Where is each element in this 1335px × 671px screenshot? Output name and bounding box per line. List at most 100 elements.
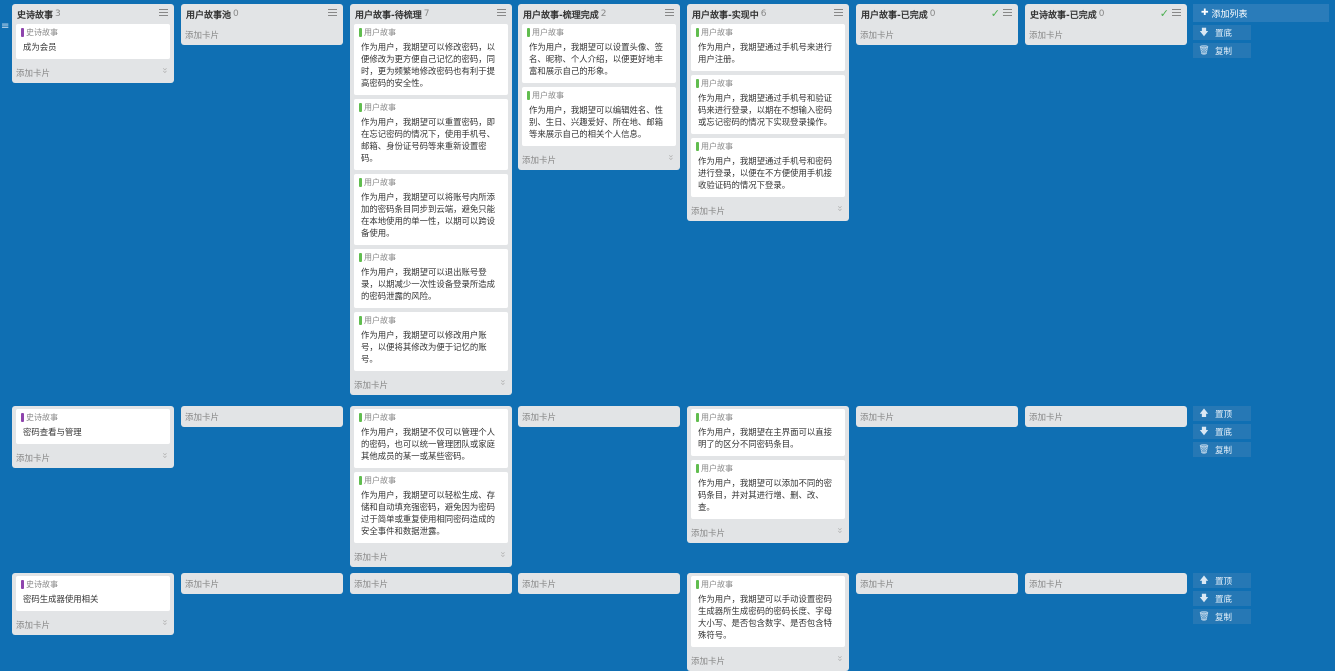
epic-card[interactable]: 史诗故事 密码生成器使用相关 bbox=[16, 576, 170, 611]
move-top-button[interactable]: 🡅 置顶 bbox=[1193, 573, 1251, 588]
add-list-button[interactable]: ✚ 添加列表 bbox=[1193, 4, 1329, 22]
collapse-icon[interactable]: ‹‹ bbox=[498, 552, 508, 557]
add-card-label: 添加卡片 bbox=[522, 412, 557, 423]
column-menu-icon[interactable] bbox=[1003, 9, 1012, 17]
story-card[interactable]: 用户故事 作为用户，我期望通过手机号和密码进行登录，以便在不方便使用手机接收验证码… bbox=[691, 138, 845, 197]
column-story-pool: 添加卡片 bbox=[181, 573, 343, 594]
column-menu-icon[interactable] bbox=[497, 9, 506, 17]
add-card-button[interactable]: 添加卡片 bbox=[1025, 24, 1187, 45]
add-card-label: 添加卡片 bbox=[16, 454, 51, 464]
card-tag: 用户故事 bbox=[696, 27, 840, 38]
add-card-button[interactable]: 添加卡片 bbox=[518, 406, 680, 427]
column-header[interactable]: 用户故事-已完成 0 ✓ bbox=[856, 4, 1018, 24]
epic-card[interactable]: 史诗故事 密码查看与管理 bbox=[16, 409, 170, 444]
add-card-label: 添加卡片 bbox=[522, 156, 557, 166]
add-card-button[interactable]: 添加卡片 bbox=[856, 24, 1018, 45]
add-card-button[interactable]: 添加卡片 bbox=[518, 573, 680, 594]
add-card-button[interactable]: 添加卡片 bbox=[856, 406, 1018, 427]
column-story-done: 添加卡片 bbox=[856, 573, 1018, 594]
story-card[interactable]: 用户故事 作为用户，我期望通过手机号和验证码来进行登录，以期在不想输入密码或忘记密… bbox=[691, 75, 845, 134]
collapse-icon[interactable]: ‹‹ bbox=[498, 380, 508, 385]
story-card[interactable]: 用户故事 作为用户，我期望可以添加不同的密码条目，并对其进行增、删、改、查。 bbox=[691, 460, 845, 519]
add-card-button[interactable]: 添加卡片 bbox=[1025, 406, 1187, 427]
tag-color-bar bbox=[359, 253, 362, 262]
tag-label: 用户故事 bbox=[701, 413, 733, 422]
add-card-button[interactable]: 添加卡片 bbox=[181, 406, 343, 427]
add-card-button[interactable]: 添加卡片 ‹‹ bbox=[12, 615, 174, 635]
add-card-button[interactable]: 添加卡片 ‹‹ bbox=[350, 547, 512, 567]
epic-card[interactable]: 史诗故事 成为会员 bbox=[16, 24, 170, 59]
column-title: 用户故事-梳理完成 bbox=[523, 10, 599, 21]
story-card[interactable]: 用户故事 作为用户，我期望可以手动设置密码生成器所生成密码的密码长度、字母大小写、… bbox=[691, 576, 845, 647]
add-card-button[interactable]: 添加卡片 ‹‹ bbox=[518, 150, 680, 170]
column-header[interactable]: 用户故事-梳理完成 2 bbox=[518, 4, 680, 24]
add-card-label: 添加卡片 bbox=[860, 412, 895, 423]
move-top-button[interactable]: 🡅 置顶 bbox=[1193, 406, 1251, 421]
story-card[interactable]: 用户故事 作为用户，我期望可以退出账号登录，以期减少一次性设备登录所造成的密码泄露… bbox=[354, 249, 508, 308]
column-menu-icon[interactable] bbox=[665, 9, 674, 17]
column-title: 史诗故事 bbox=[17, 10, 54, 21]
tag-label: 用户故事 bbox=[701, 28, 733, 37]
story-card[interactable]: 用户故事 作为用户，我期望不仅可以管理个人的密码，也可以统一管理团队或家庭其他成员… bbox=[354, 409, 508, 468]
story-card[interactable]: 用户故事 作为用户，我期望可以修改密码，以便修改为更方便自己记忆的密码，同时，更为… bbox=[354, 24, 508, 95]
tag-label: 用户故事 bbox=[364, 178, 396, 187]
add-card-button[interactable]: 添加卡片 ‹‹ bbox=[12, 63, 174, 83]
column-story-groomed: 用户故事-梳理完成 2 用户故事 作为用户，我期望可以设置头像、签名、昵称、个人介绍… bbox=[518, 4, 680, 170]
add-card-button[interactable]: 添加卡片 ‹‹ bbox=[687, 651, 849, 671]
column-header[interactable]: 用户故事池 0 bbox=[181, 4, 343, 24]
arrow-down-icon: 🡇 bbox=[1199, 27, 1209, 38]
card-tag: 用户故事 bbox=[359, 102, 503, 113]
card-tag: 史诗故事 bbox=[21, 579, 165, 590]
collapse-icon[interactable]: ‹‹ bbox=[666, 155, 676, 160]
column-menu-icon[interactable] bbox=[1172, 9, 1181, 17]
story-card[interactable]: 用户故事 作为用户，我期望通过手机号来进行用户注册。 bbox=[691, 24, 845, 71]
column-story-done: 用户故事-已完成 0 ✓ 添加卡片 bbox=[856, 4, 1018, 45]
story-card[interactable]: 用户故事 作为用户，我期望在主界面可以直接明了的区分不同密码条目。 bbox=[691, 409, 845, 456]
add-card-button[interactable]: 添加卡片 bbox=[350, 573, 512, 594]
column-header[interactable]: 用户故事-实现中 6 bbox=[687, 4, 849, 24]
tag-color-bar bbox=[359, 103, 362, 112]
move-bottom-button[interactable]: 🡇 置底 bbox=[1193, 591, 1251, 606]
board-drag-handle-icon[interactable]: ≡ bbox=[1, 22, 9, 32]
copy-lane-button[interactable]: 🗑 复制 bbox=[1193, 43, 1251, 58]
column-menu-icon[interactable] bbox=[328, 9, 337, 17]
collapse-icon[interactable]: ‹‹ bbox=[160, 620, 170, 625]
column-menu-icon[interactable] bbox=[159, 9, 168, 17]
column-header[interactable]: 史诗故事 3 bbox=[12, 4, 174, 24]
card-tag: 用户故事 bbox=[696, 412, 840, 423]
column-header[interactable]: 史诗故事-已完成 0 ✓ bbox=[1025, 4, 1187, 24]
tag-color-bar bbox=[527, 91, 530, 100]
card-text: 作为用户，我期望可以手动设置密码生成器所生成密码的密码长度、字母大小写、是否包含… bbox=[698, 594, 832, 640]
collapse-icon[interactable]: ‹‹ bbox=[160, 453, 170, 458]
card-text: 密码生成器使用相关 bbox=[23, 594, 99, 604]
move-bottom-button[interactable]: 🡇 置底 bbox=[1193, 25, 1251, 40]
add-card-button[interactable]: 添加卡片 bbox=[181, 573, 343, 594]
story-card[interactable]: 用户故事 作为用户，我期望可以将账号内所添加的密码条目同步到云端，避免只能在本地使… bbox=[354, 174, 508, 245]
collapse-icon[interactable]: ‹‹ bbox=[835, 528, 845, 533]
column-story-in-progress: 用户故事 作为用户，我期望可以手动设置密码生成器所生成密码的密码长度、字母大小写、… bbox=[687, 573, 849, 671]
add-card-button[interactable]: 添加卡片 ‹‹ bbox=[350, 375, 512, 395]
story-card[interactable]: 用户故事 作为用户，我期望可以修改用户账号，以便将其修改为便于记忆的账号。 bbox=[354, 312, 508, 371]
add-card-button[interactable]: 添加卡片 bbox=[1025, 573, 1187, 594]
lane-2-controls: 🡅 置顶 🡇 置底 🗑 复制 bbox=[1193, 406, 1251, 460]
move-bottom-button[interactable]: 🡇 置底 bbox=[1193, 424, 1251, 439]
story-card[interactable]: 用户故事 作为用户，我期望可以轻松生成、存储和自动填充强密码，避免因为密码过于简单… bbox=[354, 472, 508, 543]
add-card-button[interactable]: 添加卡片 ‹‹ bbox=[12, 448, 174, 468]
story-card[interactable]: 用户故事 作为用户，我期望可以设置头像、签名、昵称、个人介绍，以便更好地丰富和展示… bbox=[522, 24, 676, 83]
collapse-icon[interactable]: ‹‹ bbox=[160, 68, 170, 73]
column-header[interactable]: 用户故事-待梳理 7 bbox=[350, 4, 512, 24]
add-card-button[interactable]: 添加卡片 bbox=[856, 573, 1018, 594]
tag-label: 用户故事 bbox=[364, 476, 396, 485]
tag-label: 史诗故事 bbox=[26, 580, 58, 589]
add-card-button[interactable]: 添加卡片 bbox=[181, 24, 343, 45]
story-card[interactable]: 用户故事 作为用户，我期望可以编辑姓名、性别、生日、兴趣爱好、所在地、邮箱等来展示… bbox=[522, 87, 676, 146]
copy-lane-button[interactable]: 🗑 复制 bbox=[1193, 609, 1251, 624]
copy-lane-button[interactable]: 🗑 复制 bbox=[1193, 442, 1251, 457]
add-card-button[interactable]: 添加卡片 ‹‹ bbox=[687, 201, 849, 221]
add-card-button[interactable]: 添加卡片 ‹‹ bbox=[687, 523, 849, 543]
collapse-icon[interactable]: ‹‹ bbox=[835, 656, 845, 661]
story-card[interactable]: 用户故事 作为用户，我期望可以重置密码，即在忘记密码的情况下，使用手机号、邮箱、身… bbox=[354, 99, 508, 170]
column-menu-icon[interactable] bbox=[834, 9, 843, 17]
collapse-icon[interactable]: ‹‹ bbox=[835, 206, 845, 211]
tag-color-bar bbox=[359, 476, 362, 485]
